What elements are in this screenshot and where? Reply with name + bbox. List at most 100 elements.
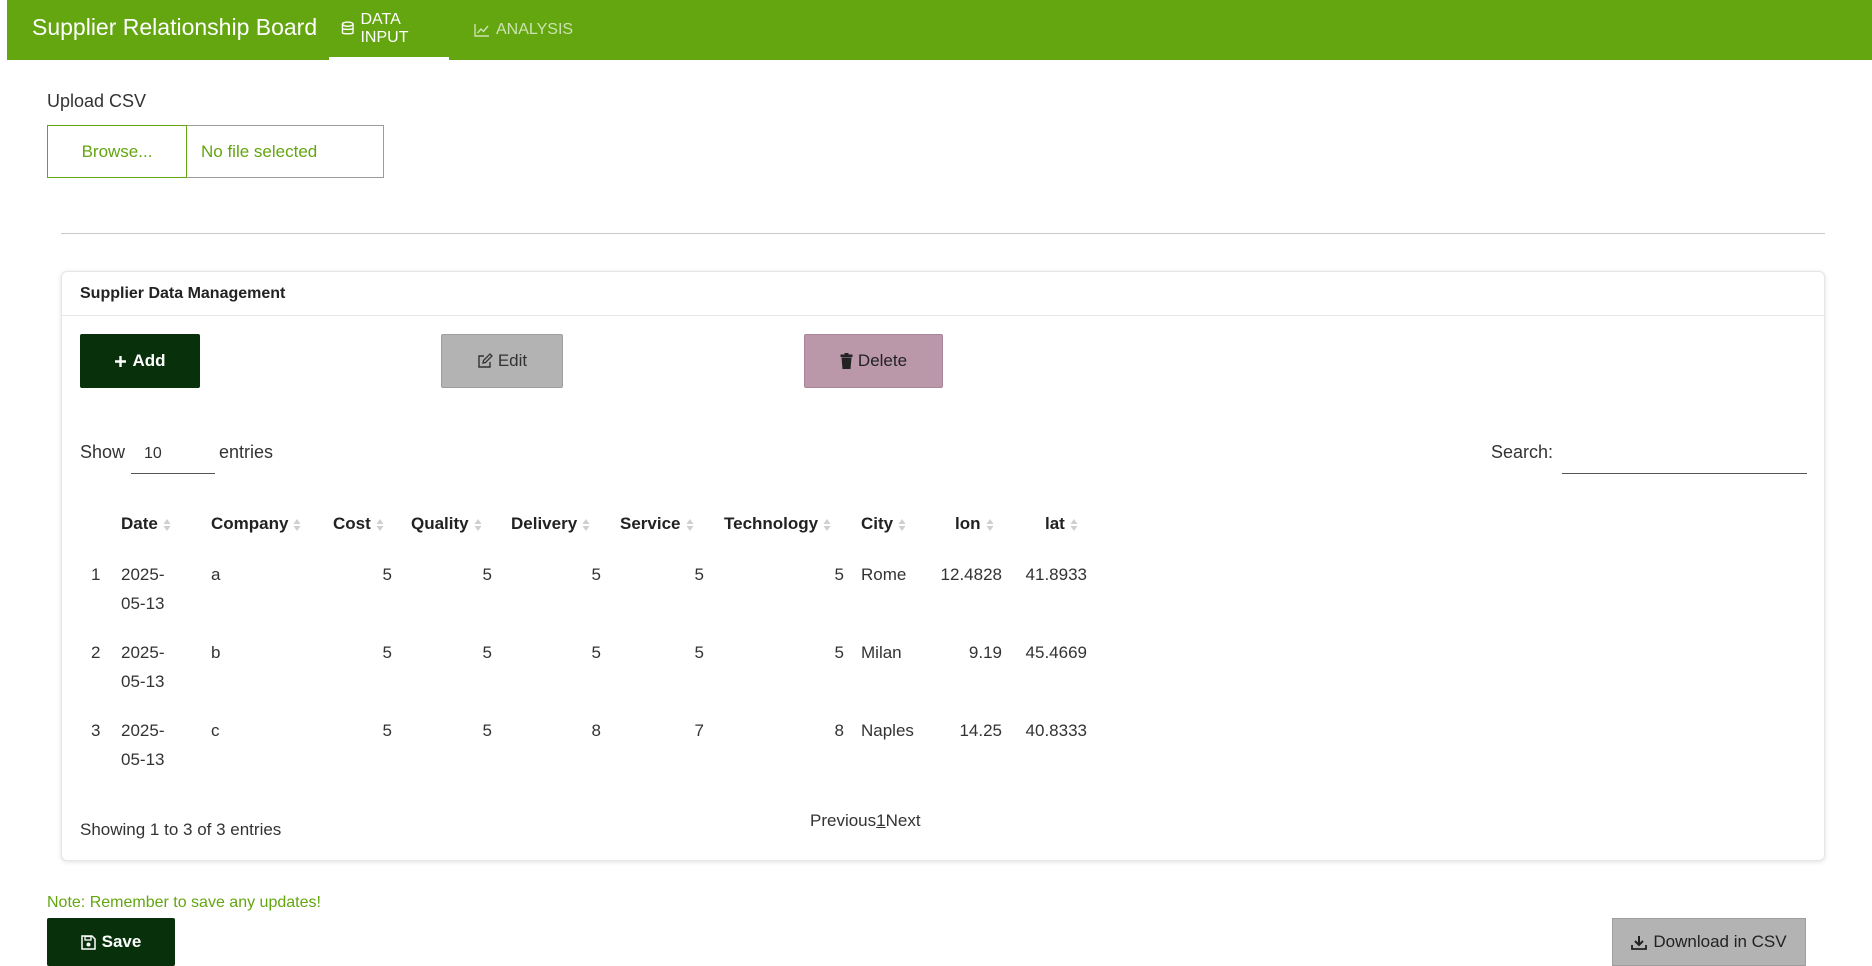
cell-city: Milan <box>861 643 902 662</box>
cell-technology: 8 <box>834 721 844 740</box>
header-label: City <box>861 514 894 533</box>
search-input[interactable] <box>1562 432 1807 474</box>
cell-lat: 40.8333 <box>1025 721 1087 740</box>
header-label: Delivery <box>511 514 578 533</box>
cell-service: 5 <box>694 565 704 584</box>
cell-technology: 5 <box>834 565 844 584</box>
col-header-lon[interactable]: lon <box>955 514 994 534</box>
header-label: Quality <box>411 514 469 533</box>
sort-icon <box>293 518 301 531</box>
cell-lat: 45.4669 <box>1025 643 1087 662</box>
delete-button[interactable]: Delete <box>804 334 943 388</box>
cell-date: 2025- 05-13 <box>121 716 164 774</box>
header-label: Cost <box>333 514 371 533</box>
tab-data-input-label: DATA INPUT <box>360 10 409 46</box>
cell-company: c <box>211 721 220 740</box>
cell-delivery: 5 <box>591 643 601 662</box>
save-icon <box>80 934 96 950</box>
database-icon <box>341 21 354 35</box>
cell-cost: 5 <box>382 643 392 662</box>
divider <box>61 233 1825 234</box>
sort-icon <box>898 518 906 531</box>
tab-data-input[interactable]: DATA INPUT <box>329 0 449 60</box>
card-header: Supplier Data Management <box>62 272 1824 316</box>
col-header-quality[interactable]: Quality <box>411 514 482 534</box>
sort-icon <box>686 518 693 531</box>
col-header-company[interactable]: Company <box>211 514 301 534</box>
sort-icon <box>823 518 831 531</box>
add-button[interactable]: Add <box>80 334 200 388</box>
col-header-date[interactable]: Date <box>121 514 171 534</box>
col-header-city[interactable]: City <box>861 514 906 534</box>
col-header-service[interactable]: Service <box>620 514 694 534</box>
col-header-lat[interactable]: lat <box>1045 514 1078 534</box>
cell-city: Rome <box>861 565 907 584</box>
sort-icon <box>986 518 993 531</box>
cell-quality: 5 <box>482 565 492 584</box>
row-index: 3 <box>91 721 101 740</box>
row-index: 2 <box>91 643 101 662</box>
cell-date: 2025- 05-13 <box>121 560 164 618</box>
line-chart-icon <box>474 24 489 37</box>
upload-csv-label: Upload CSV <box>47 91 147 111</box>
page-1-button[interactable]: 1 <box>876 811 885 831</box>
app-title: Supplier Relationship Board <box>32 14 318 40</box>
cell-lon: 12.4828 <box>940 565 1002 584</box>
sort-icon <box>376 518 384 531</box>
search-label: Search: <box>1491 442 1554 462</box>
cell-lon: 9.19 <box>968 643 1002 662</box>
cell-company: a <box>211 565 221 584</box>
sort-icon <box>1070 518 1078 531</box>
cell-lon: 14.25 <box>959 721 1002 740</box>
sort-icon <box>163 518 171 531</box>
cell-date: 2025- 05-13 <box>121 638 164 696</box>
date-part: 05-13 <box>121 750 165 769</box>
header-label: Company <box>211 514 289 533</box>
entries-label: entries <box>219 442 274 462</box>
header-label: Service <box>620 514 681 533</box>
header-label: Technology <box>724 514 819 533</box>
col-header-technology[interactable]: Technology <box>724 514 831 534</box>
row-index: 1 <box>91 565 101 584</box>
next-page-button[interactable]: Next <box>886 811 921 831</box>
date-part: 2025- <box>121 643 165 662</box>
edit-button-label: Edit <box>497 351 528 370</box>
header-label: Date <box>121 514 158 533</box>
show-label: Show <box>80 442 126 462</box>
cell-technology: 5 <box>834 643 844 662</box>
save-button-label: Save <box>101 932 142 951</box>
date-part: 2025- <box>121 721 165 740</box>
col-header-delivery[interactable]: Delivery <box>511 514 590 534</box>
cell-delivery: 8 <box>591 721 601 740</box>
cell-city: Naples <box>861 721 914 740</box>
save-note: Note: Remember to save any updates! <box>47 894 321 911</box>
table-info: Showing 1 to 3 of 3 entries <box>80 820 282 839</box>
tab-analysis-label: ANALYSIS <box>496 21 574 38</box>
cell-company: b <box>211 643 221 662</box>
trash-icon <box>840 353 853 369</box>
pagination: Previous 1 Next <box>810 811 921 831</box>
sort-icon <box>474 518 482 531</box>
sort-icon <box>582 518 590 531</box>
file-status-text: No file selected <box>201 141 318 161</box>
browse-button[interactable]: Browse... <box>47 125 187 178</box>
download-button-label: Download in CSV <box>1653 932 1787 951</box>
cell-service: 7 <box>694 721 704 740</box>
add-button-label: Add <box>132 351 166 370</box>
delete-button-label: Delete <box>857 351 908 370</box>
supplier-data-card: Supplier Data Management Add Edit Delete… <box>61 271 1825 861</box>
edit-button[interactable]: Edit <box>441 334 563 388</box>
plus-icon <box>115 355 127 367</box>
card-title: Supplier Data Management <box>80 285 286 302</box>
cell-lat: 41.8933 <box>1025 565 1087 584</box>
file-input-group[interactable]: Browse... No file selected <box>47 125 384 178</box>
cell-service: 5 <box>694 643 704 662</box>
entries-length-select[interactable]: 10 <box>131 432 215 474</box>
col-header-cost[interactable]: Cost <box>333 514 384 534</box>
cell-cost: 5 <box>382 721 392 740</box>
cell-delivery: 5 <box>591 565 601 584</box>
date-part: 05-13 <box>121 672 165 691</box>
previous-page-button[interactable]: Previous <box>810 811 876 831</box>
tab-analysis[interactable]: ANALYSIS <box>474 0 573 60</box>
header-label: lon <box>955 514 981 533</box>
